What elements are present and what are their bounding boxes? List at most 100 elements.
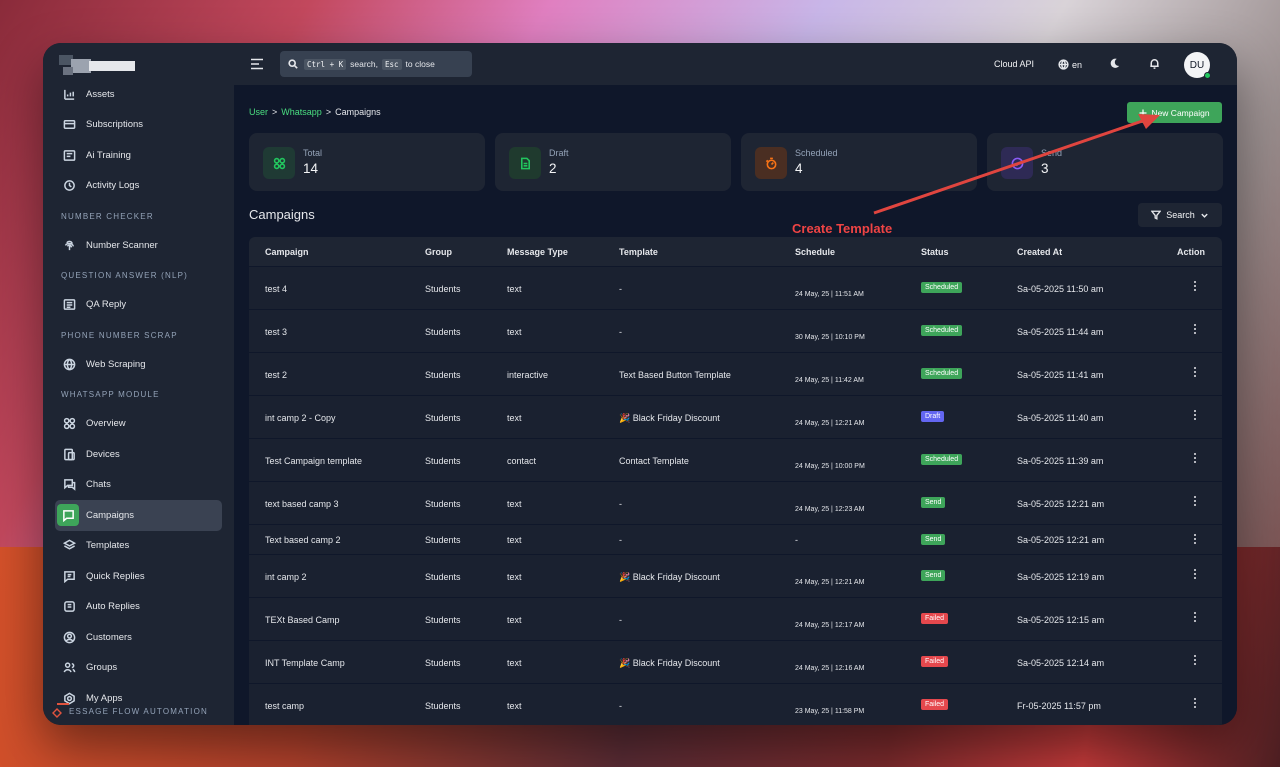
sidebar-item-label: Web Scraping: [86, 358, 146, 370]
table-row[interactable]: text based camp 3 Students text - 24 May, 25…: [249, 481, 1222, 524]
sidebar-item-devices[interactable]: Devices: [55, 439, 222, 470]
table-row[interactable]: test 3 Students text - 30 May, 25 | 10:10 PM…: [249, 309, 1222, 352]
sidebar-item-label: Assets: [86, 88, 115, 100]
auto-reply-icon: [63, 601, 75, 612]
sidebar-item-subscriptions[interactable]: Subscriptions: [55, 110, 222, 141]
status-badge: Scheduled: [921, 368, 963, 379]
fingerprint-icon: [64, 240, 74, 250]
row-actions-button[interactable]: [1193, 534, 1197, 546]
table-row[interactable]: TEXt Based Camp Students text - 24 May, 25 |…: [249, 597, 1222, 640]
breadcrumb-user[interactable]: User: [249, 107, 268, 117]
status-badge: Failed: [921, 699, 949, 710]
table-row[interactable]: INT Template Camp Students text 🎉 Black Fri…: [249, 640, 1222, 683]
cell-campaign: INT Template Camp: [265, 658, 345, 668]
shortcut-ctrl-k: Ctrl + K: [304, 58, 347, 70]
sidebar-item-web-scraping[interactable]: Web Scraping: [55, 349, 222, 380]
cell-message-type: text: [507, 535, 522, 545]
sidebar: Assets Subscriptions Ai Training Activity L…: [43, 43, 234, 725]
column-header: Schedule: [795, 247, 836, 257]
sidebar-item-activity-logs[interactable]: Activity Logs: [55, 171, 222, 202]
search-bar[interactable]: Ctrl + K search, Esc to close: [280, 51, 472, 77]
search-icon: [288, 59, 298, 69]
stat-label: Draft: [549, 148, 569, 158]
sidebar-item-customers[interactable]: Customers: [55, 622, 222, 653]
stat-label: Send: [1041, 148, 1063, 158]
row-actions-button[interactable]: [1193, 453, 1197, 465]
notifications-button[interactable]: [1148, 57, 1161, 75]
sidebar-item-label: Customers: [86, 631, 132, 643]
sidebar-item-overview[interactable]: Overview: [55, 409, 222, 440]
row-actions-button[interactable]: [1193, 698, 1197, 710]
sidebar-section-title: PHONE NUMBER SCRAP: [61, 330, 178, 340]
search-filter-button[interactable]: Search: [1138, 203, 1222, 227]
row-actions-button[interactable]: [1193, 281, 1197, 293]
row-actions-button[interactable]: [1193, 655, 1197, 667]
row-actions-button[interactable]: [1193, 324, 1197, 336]
grid-icon: [273, 157, 285, 169]
language-selector[interactable]: en: [1058, 59, 1082, 70]
filter-icon: [1151, 210, 1162, 220]
cell-group: Students: [425, 701, 461, 711]
cell-template: -: [619, 535, 622, 545]
sidebar-item-label: QA Reply: [86, 299, 127, 311]
dark-mode-toggle[interactable]: [1108, 57, 1121, 75]
menu-icon[interactable]: [250, 58, 264, 70]
cell-schedule: 24 May, 25 | 12:23 AM: [795, 506, 865, 513]
sidebar-footer-label: ESSAGE FLOW AUTOMATION: [69, 707, 209, 716]
page-title: Campaigns: [249, 207, 315, 222]
cloud-api-link[interactable]: Cloud API: [994, 59, 1034, 69]
table-row[interactable]: Test Campaign template Students contact Con…: [249, 438, 1222, 481]
table-row[interactable]: test 4 Students text - 24 May, 25 | 11:51 AM…: [249, 266, 1222, 309]
row-actions-button[interactable]: [1193, 367, 1197, 379]
row-actions-button[interactable]: [1193, 612, 1197, 624]
cell-group: Students: [425, 499, 461, 509]
table-row[interactable]: int camp 2 - Copy Students text 🎉 Black Fri…: [249, 395, 1222, 438]
sidebar-item-templates[interactable]: Templates: [55, 531, 222, 562]
cell-group: Students: [425, 456, 461, 466]
table-row[interactable]: test camp Students text - 23 May, 25 | 11:58…: [249, 683, 1222, 725]
sidebar-item-campaigns[interactable]: Campaigns: [55, 500, 222, 531]
cell-template: -: [619, 284, 622, 294]
sidebar-item-label: Ai Training: [86, 149, 131, 161]
devices-icon: [63, 448, 75, 460]
cell-message-type: text: [507, 615, 522, 625]
sidebar-item-qa-reply[interactable]: QA Reply: [55, 290, 222, 321]
table-row[interactable]: test 2 Students interactive Text Based Butt…: [249, 352, 1222, 395]
flow-icon: [52, 708, 62, 718]
sidebar-item-ai-training[interactable]: Ai Training: [55, 140, 222, 171]
stat-value: 3: [1041, 161, 1049, 176]
sidebar-item-label: Campaigns: [86, 509, 135, 521]
row-actions-button[interactable]: [1193, 410, 1197, 422]
sidebar-item-label: Subscriptions: [86, 119, 144, 131]
table-row[interactable]: Text based camp 2 Students text - - Send Sa-05…: [249, 524, 1222, 554]
cell-message-type: text: [507, 327, 522, 337]
column-header: Created At: [1017, 247, 1063, 257]
sidebar-item-assets[interactable]: Assets: [55, 79, 222, 110]
sidebar-item-auto-replies[interactable]: Auto Replies: [55, 592, 222, 623]
cell-template: -: [619, 499, 622, 509]
cell-message-type: text: [507, 701, 522, 711]
board-icon: [63, 149, 75, 161]
breadcrumb: User > Whatsapp > Campaigns: [249, 107, 381, 117]
breadcrumb-whatsapp[interactable]: Whatsapp: [281, 107, 322, 117]
sidebar-item-label: Activity Logs: [86, 180, 140, 192]
sidebar-item-label: Quick Replies: [86, 570, 145, 582]
column-header: Status: [921, 247, 949, 257]
row-actions-button[interactable]: [1193, 569, 1197, 581]
status-badge: Failed: [921, 613, 949, 624]
user-avatar[interactable]: DU: [1184, 52, 1211, 79]
message-icon: [62, 509, 74, 522]
sidebar-item-chats[interactable]: Chats: [55, 470, 222, 501]
new-campaign-button[interactable]: New Campaign: [1127, 102, 1222, 123]
cell-template: -: [619, 327, 622, 337]
sidebar-item-groups[interactable]: Groups: [55, 653, 222, 684]
main-content: User > Whatsapp > Campaigns New Campaign Tot…: [234, 85, 1237, 725]
cell-created-at: Sa-05-2025 11:39 am: [1017, 456, 1104, 466]
sidebar-item-number-scanner[interactable]: Number Scanner: [55, 230, 222, 261]
cell-schedule: 23 May, 25 | 11:58 PM: [795, 708, 865, 715]
table-row[interactable]: int camp 2 Students text 🎉 Black Friday Dis…: [249, 554, 1222, 597]
chevron-down-icon: [1201, 213, 1208, 218]
sidebar-item-quick-replies[interactable]: Quick Replies: [55, 561, 222, 592]
row-actions-button[interactable]: [1193, 496, 1197, 508]
cell-group: Students: [425, 327, 461, 337]
